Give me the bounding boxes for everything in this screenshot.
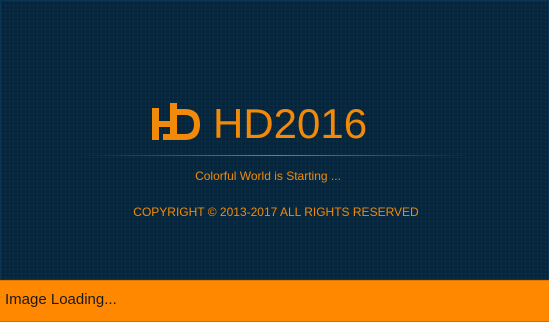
loading-tagline: Colorful World is Starting ... — [195, 169, 341, 183]
splash-panel: HD2016 Colorful World is Starting ... CO… — [0, 0, 549, 280]
divider-line — [79, 155, 471, 156]
brand-name: HD2016 — [213, 100, 368, 147]
brand-logo: HD2016 — [151, 99, 367, 149]
status-message: Image Loading... — [5, 291, 117, 308]
splash-screen: HD2016 Colorful World is Starting ... CO… — [0, 0, 549, 322]
copyright-notice: COPYRIGHT © 2013-2017 ALL RIGHTS RESERVE… — [133, 205, 419, 219]
hd-logo-icon — [152, 103, 200, 140]
status-bar: Image Loading... — [0, 280, 549, 322]
